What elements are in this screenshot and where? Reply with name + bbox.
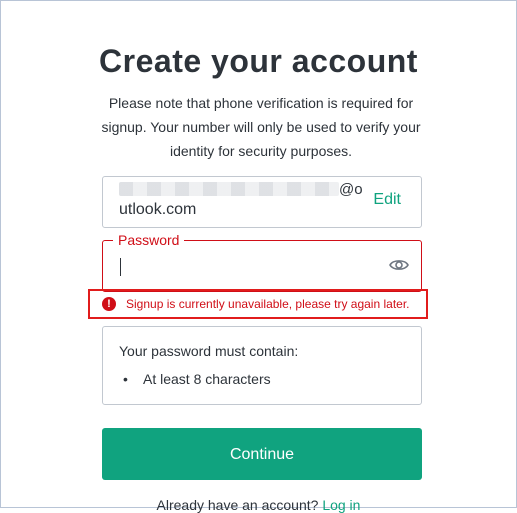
page-subtitle: Please note that phone verification is r… [101, 95, 421, 159]
email-redacted-blur [119, 182, 339, 196]
email-suffix-line2: utlook.com [119, 201, 197, 218]
login-link[interactable]: Log in [322, 497, 360, 513]
password-error-message: Signup is currently unavailable, please … [126, 297, 410, 311]
requirements-title: Your password must contain: [119, 343, 299, 359]
email-suffix-line1: @o [339, 181, 363, 198]
requirement-item: At least 8 characters [143, 371, 271, 387]
page-title: Create your account [99, 43, 418, 79]
edit-email-link[interactable]: Edit [373, 191, 401, 209]
eye-icon[interactable] [389, 257, 409, 273]
bullet-icon: • [123, 371, 128, 387]
email-field: @o utlook.com Edit [102, 176, 422, 228]
error-icon: ! [102, 297, 116, 311]
password-requirements: Your password must contain: • At least 8… [102, 326, 422, 405]
password-label: Password [113, 231, 185, 249]
continue-button[interactable]: Continue [102, 428, 422, 480]
login-prompt: Already have an account? Log in [0, 497, 517, 513]
login-prompt-text: Already have an account? [156, 497, 319, 513]
password-field[interactable]: Password [102, 231, 422, 292]
text-caret [120, 258, 121, 276]
